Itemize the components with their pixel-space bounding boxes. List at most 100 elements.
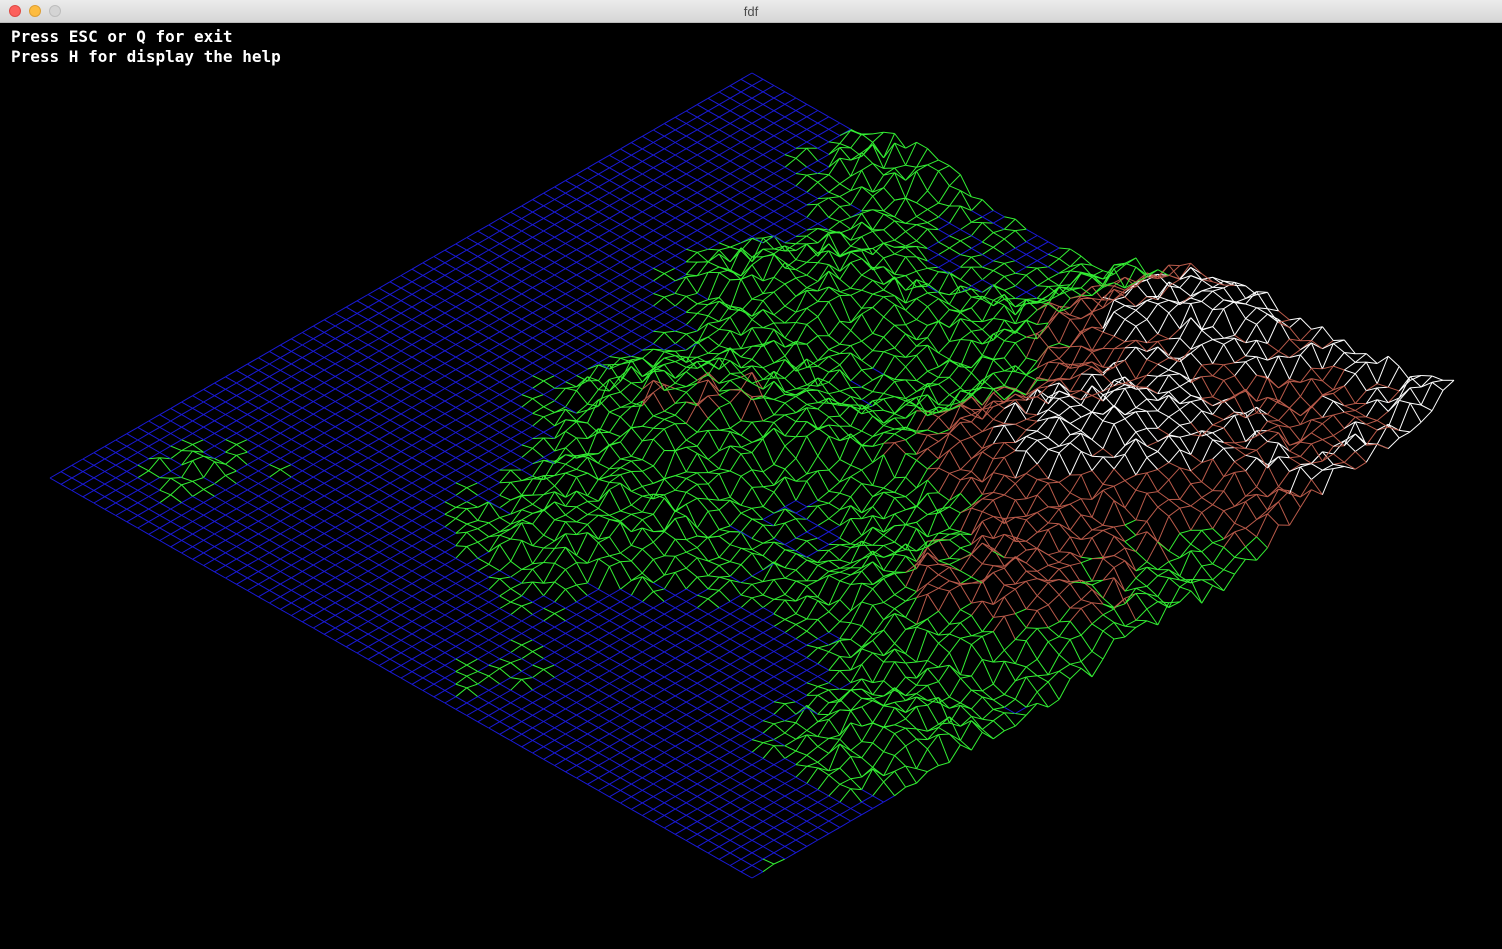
- wire-segment: [466, 375, 479, 383]
- wire-segment: [389, 432, 402, 440]
- wire-segment: [499, 381, 511, 389]
- wire-segment: [258, 501, 270, 510]
- wire-segment: [378, 470, 391, 478]
- wire-segment: [214, 401, 226, 409]
- wire-segment: [302, 451, 314, 459]
- wire-segment: [400, 646, 413, 654]
- wire-segment: [707, 764, 720, 772]
- wire-segment: [510, 274, 522, 282]
- wire-segment: [554, 280, 566, 288]
- wire-segment: [466, 243, 479, 251]
- wire-segment: [1047, 699, 1060, 708]
- wire-segment: [334, 507, 347, 516]
- wire-segment: [367, 514, 380, 522]
- wire-segment: [510, 639, 522, 646]
- title-bar[interactable]: fdf: [0, 0, 1502, 23]
- wire-segment: [444, 608, 457, 616]
- wire-segment: [697, 594, 709, 600]
- wire-segment: [707, 632, 720, 640]
- wire-segment: [444, 620, 457, 628]
- wire-segment: [236, 363, 248, 371]
- wire-segment: [565, 299, 577, 307]
- wire-segment: [839, 580, 851, 585]
- wire-segment: [345, 432, 358, 440]
- wire-segment: [674, 720, 687, 728]
- wire-segment: [598, 758, 610, 766]
- wire-segment: [532, 412, 544, 418]
- wire-segment: [280, 420, 292, 428]
- wire-segment: [378, 501, 391, 509]
- wire-segment: [488, 675, 500, 685]
- wire-segment: [861, 588, 874, 603]
- wire-segment: [740, 745, 753, 753]
- wireframe-canvas[interactable]: [0, 23, 1502, 949]
- wire-segment: [905, 487, 917, 497]
- wire-segment: [773, 464, 786, 470]
- wire-segment: [258, 413, 270, 422]
- wire-segment: [280, 464, 292, 470]
- wire-segment: [488, 689, 500, 697]
- wire-segment: [751, 802, 764, 810]
- wire-segment: [444, 564, 457, 572]
- wire-segment: [554, 349, 566, 358]
- wire-segment: [751, 726, 764, 734]
- wire-segment: [664, 607, 676, 615]
- wire-segment: [510, 381, 522, 389]
- wire-segment: [762, 707, 775, 715]
- wire-segment: [981, 720, 994, 730]
- wire-segment: [126, 483, 139, 491]
- wire-segment: [751, 732, 764, 741]
- wire-segment: [949, 696, 961, 704]
- wire-segment: [411, 438, 424, 446]
- wire-segment: [927, 493, 939, 514]
- wire-segment: [795, 801, 808, 810]
- wire-segment: [247, 533, 259, 541]
- wire-segment: [466, 469, 479, 477]
- wire-segment: [466, 281, 479, 289]
- wire-segment: [345, 394, 358, 402]
- wire-segment: [565, 651, 577, 659]
- wire-segment: [532, 318, 544, 326]
- wire-segment: [1025, 658, 1038, 668]
- wire-segment: [740, 852, 753, 860]
- wire-segment: [587, 607, 599, 615]
- wire-segment: [115, 496, 128, 504]
- wire-segment: [521, 605, 533, 615]
- wire-segment: [642, 459, 654, 467]
- wire-segment: [685, 477, 698, 485]
- wire-segment: [323, 451, 336, 459]
- wire-segment: [718, 531, 731, 537]
- wire-segment: [872, 722, 884, 729]
- wire-segment: [411, 451, 424, 459]
- wire-segment: [389, 520, 402, 528]
- wire-segment: [784, 757, 797, 766]
- wire-segment: [521, 268, 533, 276]
- wire-segment: [675, 489, 687, 493]
- wire-segment: [510, 306, 522, 314]
- wire-segment: [159, 477, 171, 479]
- wire-segment: [411, 570, 424, 578]
- wire-segment: [345, 577, 358, 585]
- wire-segment: [685, 833, 698, 841]
- wire-segment: [466, 508, 479, 521]
- wire-segment: [411, 583, 424, 591]
- wire-segment: [927, 765, 939, 773]
- wire-segment: [521, 512, 533, 521]
- wire-segment: [170, 484, 182, 496]
- wire-segment: [883, 795, 895, 803]
- wire-segment: [269, 344, 281, 352]
- wire-segment: [532, 689, 544, 697]
- wire-segment: [587, 720, 599, 729]
- wire-segment: [762, 594, 775, 600]
- wire-segment: [554, 533, 566, 549]
- wire-segment: [422, 356, 435, 364]
- wire-segment: [938, 727, 950, 735]
- wire-segment: [302, 413, 314, 421]
- wire-segment: [740, 871, 753, 879]
- wire-segment: [674, 651, 687, 659]
- wire-segment: [433, 356, 446, 364]
- wire-segment: [554, 601, 566, 609]
- wire-segment: [444, 312, 457, 320]
- wire-segment: [477, 528, 490, 538]
- wire-segment: [916, 505, 928, 515]
